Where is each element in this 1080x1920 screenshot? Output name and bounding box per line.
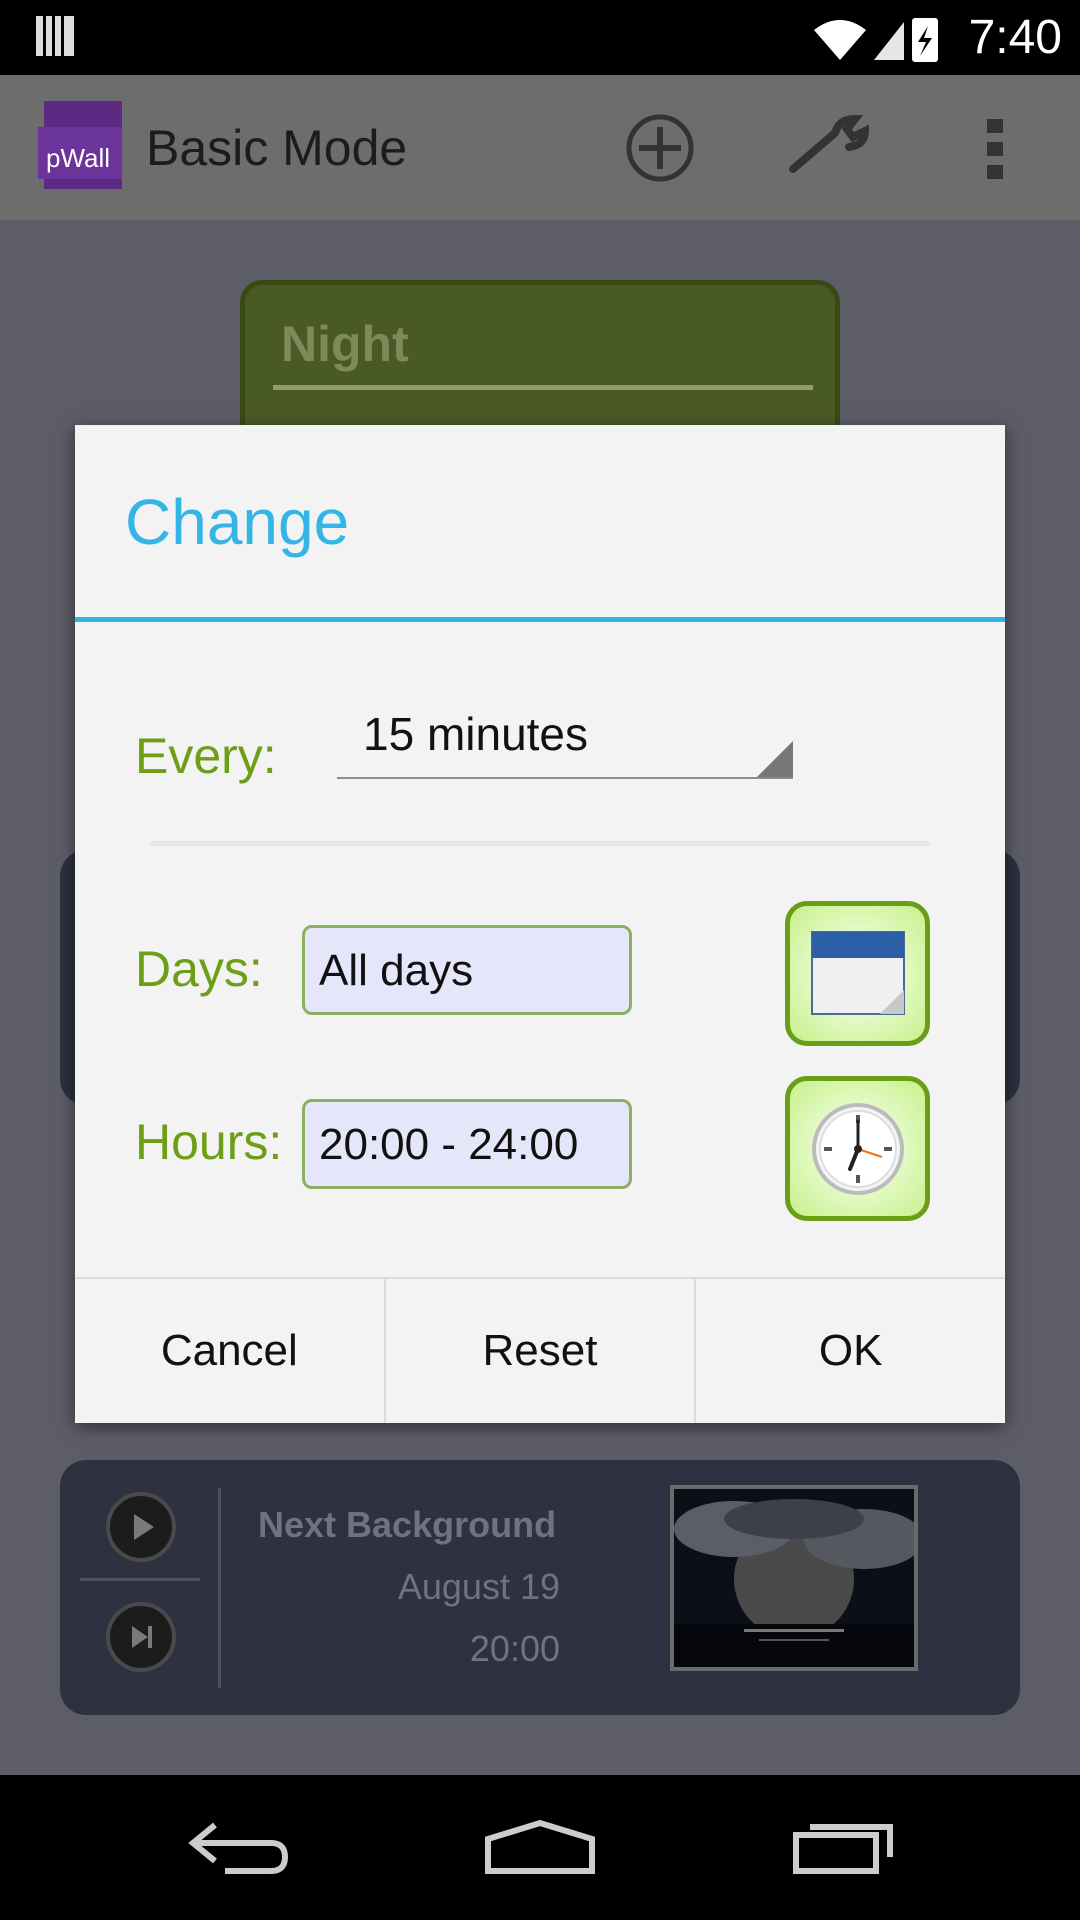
dialog-button-row: Cancel Reset OK — [75, 1277, 1005, 1423]
play-button[interactable] — [106, 1492, 176, 1562]
dialog-title-divider — [75, 617, 1005, 622]
logo-text: pWall — [46, 143, 110, 173]
dropdown-arrow-icon — [757, 741, 793, 777]
interval-value: 15 minutes — [363, 708, 589, 760]
wrench-icon[interactable] — [785, 113, 873, 183]
wallpaper-thumbnail[interactable] — [670, 1485, 918, 1671]
recent-apps-icon[interactable] — [790, 1817, 896, 1877]
home-icon[interactable] — [482, 1819, 598, 1877]
status-bar: 7:40 — [0, 0, 1080, 75]
divider — [218, 1488, 221, 1688]
divider — [80, 1578, 200, 1581]
hours-field[interactable]: 20:00 - 24:00 — [302, 1099, 632, 1189]
action-bar: pWall Basic Mode — [0, 75, 1080, 220]
overflow-menu-icon[interactable] — [985, 117, 1007, 181]
app-title: Basic Mode — [146, 120, 408, 176]
play-icon — [134, 1514, 154, 1540]
next-background-card: Next Background August 19 20:00 — [60, 1460, 1020, 1715]
days-field[interactable]: All days — [302, 925, 632, 1015]
clock-button[interactable] — [785, 1076, 930, 1221]
calendar-button[interactable] — [785, 901, 930, 1046]
skip-next-button[interactable] — [106, 1602, 176, 1672]
wifi-signal-battery-icon — [814, 18, 938, 62]
interval-spinner[interactable]: 15 minutes — [337, 695, 793, 779]
next-background-date: August 19 — [397, 1566, 560, 1607]
hours-label: Hours: — [135, 1114, 283, 1170]
profile-card-underline — [273, 385, 813, 390]
days-value: All days — [319, 946, 474, 995]
navigation-bar — [0, 1775, 1080, 1920]
change-dialog: Change Every: 15 minutes Days: All days … — [75, 425, 1005, 1423]
back-icon[interactable] — [185, 1817, 291, 1877]
dialog-title: Change — [125, 486, 350, 558]
next-background-time: 20:00 — [469, 1628, 560, 1669]
notification-icon — [36, 16, 74, 56]
pwall-logo-icon: pWall — [38, 101, 122, 189]
section-divider — [150, 841, 930, 846]
add-circle-icon[interactable] — [625, 113, 695, 183]
hours-value: 20:00 - 24:00 — [319, 1120, 579, 1169]
days-label: Days: — [135, 941, 263, 997]
clock-time: 7:40 — [968, 11, 1062, 64]
ok-button[interactable]: OK — [696, 1279, 1005, 1423]
skip-next-icon — [132, 1626, 152, 1648]
clock-icon — [812, 1103, 904, 1195]
reset-button[interactable]: Reset — [386, 1279, 697, 1423]
every-label: Every: — [135, 728, 277, 784]
moon-wallpaper-image — [674, 1489, 914, 1667]
next-background-title: Next Background — [258, 1504, 557, 1545]
calendar-icon — [811, 931, 905, 1015]
cancel-button[interactable]: Cancel — [75, 1279, 386, 1423]
profile-card-title: Night — [281, 316, 409, 372]
